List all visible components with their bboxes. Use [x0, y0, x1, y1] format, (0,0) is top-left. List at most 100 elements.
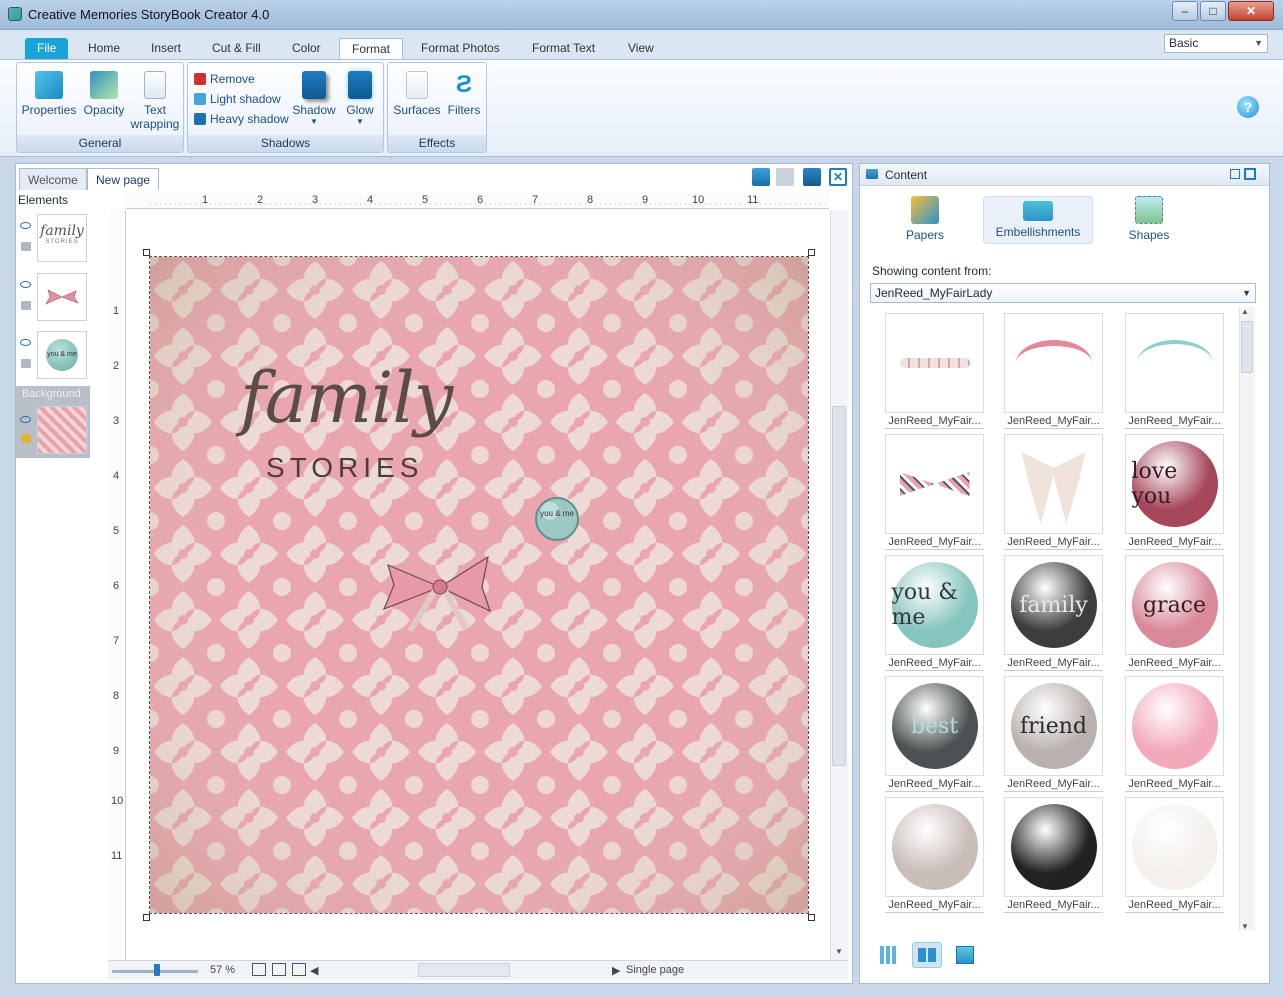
surfaces-button[interactable]: Surfaces	[392, 71, 442, 117]
embellishment-item[interactable]: friend JenReed_MyFair...	[1004, 676, 1103, 792]
tab-view[interactable]: View	[616, 38, 666, 60]
fit-width-icon[interactable]	[252, 963, 266, 976]
maximize-panel-icon[interactable]	[1244, 168, 1256, 180]
restore-panel-icon[interactable]	[1230, 169, 1240, 179]
ruler-h-label: 4	[367, 194, 374, 206]
embellishment-item[interactable]: JenReed_MyFair...	[885, 797, 984, 913]
canvas-vertical-scrollbar[interactable]: ▼	[830, 210, 848, 960]
properties-button[interactable]: Properties	[21, 71, 77, 117]
heavy-shadow-button[interactable]: Heavy shadow	[194, 112, 289, 126]
filters-button[interactable]: Ƨ Filters	[442, 71, 486, 117]
redo-icon[interactable]	[776, 168, 794, 186]
shadow-dropdown-button[interactable]: Shadow ▼	[292, 71, 336, 126]
embellishment-item[interactable]: JenReed_MyFair...	[1125, 797, 1224, 913]
eye-icon[interactable]	[20, 416, 31, 423]
button-embellishment	[891, 804, 978, 890]
you-me-button[interactable]	[535, 497, 579, 541]
glow-icon	[348, 71, 372, 99]
minimize-button[interactable]: –	[1172, 1, 1198, 21]
close-page-icon[interactable]: ✕	[829, 168, 847, 186]
remove-shadow-button[interactable]: Remove	[194, 72, 255, 86]
embellishment-item[interactable]: JenReed_MyFair...	[885, 434, 984, 550]
selection-handle[interactable]	[808, 914, 815, 921]
tab-color[interactable]: Color	[280, 38, 333, 60]
scrapbook-page[interactable]: family STORIES you & me	[149, 256, 809, 914]
page-title-family[interactable]: family	[240, 357, 453, 439]
eye-icon[interactable]	[20, 281, 31, 288]
element-row-bow[interactable]	[16, 271, 90, 325]
embellishment-item[interactable]: grace JenReed_MyFair...	[1125, 555, 1224, 671]
page-subtitle-stories[interactable]: STORIES	[266, 452, 423, 484]
embellishment-item[interactable]: best JenReed_MyFair...	[885, 676, 984, 792]
embellishment-item[interactable]: JenReed_MyFair...	[885, 313, 984, 429]
selection-handle[interactable]	[808, 249, 815, 256]
embellishment-item[interactable]: love you JenReed_MyFair...	[1125, 434, 1224, 550]
content-tab-shapes[interactable]: Shapes	[1094, 196, 1204, 242]
scroll-right-icon[interactable]: ▶	[612, 964, 620, 977]
eye-icon[interactable]	[20, 222, 31, 229]
embellishments-icon	[1023, 201, 1053, 221]
tab-format-text[interactable]: Format Text	[520, 38, 607, 60]
content-source-select[interactable]: JenReed_MyFairLady ▼	[870, 283, 1256, 303]
zoom-slider-thumb[interactable]	[154, 964, 160, 976]
scroll-up-icon[interactable]: ▲	[1241, 307, 1249, 316]
lock-icon[interactable]	[21, 301, 31, 310]
embellishment-item[interactable]: JenReed_MyFair...	[1125, 676, 1224, 792]
tab-cut-fill[interactable]: Cut & Fill	[200, 38, 273, 60]
selection-handle[interactable]	[143, 914, 150, 921]
embellishment-item[interactable]: JenReed_MyFair...	[1004, 797, 1103, 913]
scroll-down-icon[interactable]: ▼	[1241, 922, 1249, 931]
lock-icon[interactable]	[21, 434, 31, 443]
group-shadows-caption: Shadows	[188, 135, 383, 152]
opacity-button[interactable]: Opacity	[79, 71, 129, 117]
embellishment-item[interactable]: JenReed_MyFair...	[1125, 313, 1224, 429]
tab-insert[interactable]: Insert	[139, 38, 193, 60]
doc-tab-new-page[interactable]: New page	[87, 168, 160, 190]
embellishment-item[interactable]: JenReed_MyFair...	[1004, 434, 1103, 550]
element-row-button[interactable]: you & me	[16, 329, 90, 383]
mode-select[interactable]: Basic ▼	[1164, 34, 1268, 53]
element-row-title[interactable]: family STORIES	[16, 212, 90, 266]
large-view-icon[interactable]	[956, 946, 974, 964]
tab-format[interactable]: Format	[339, 38, 404, 60]
save-icon[interactable]	[803, 168, 821, 186]
scroll-thumb[interactable]	[832, 406, 846, 766]
embellishment-item[interactable]: JenReed_MyFair...	[1004, 313, 1103, 429]
tab-format-photos[interactable]: Format Photos	[409, 38, 512, 60]
help-icon[interactable]: ?	[1237, 96, 1259, 118]
doc-tab-welcome[interactable]: Welcome	[19, 168, 87, 190]
embellishment-thumbnail: you & me	[885, 555, 984, 655]
scroll-down-icon[interactable]: ▼	[835, 947, 843, 956]
tab-home[interactable]: Home	[76, 38, 132, 60]
embellishment-item[interactable]: family JenReed_MyFair...	[1004, 555, 1103, 671]
element-row-background[interactable]: Background	[16, 386, 90, 458]
text-wrapping-label-2: wrapping	[130, 117, 180, 131]
lock-icon[interactable]	[21, 242, 31, 251]
glow-dropdown-button[interactable]: Glow ▼	[338, 71, 382, 126]
fit-page-icon[interactable]	[272, 963, 286, 976]
horizontal-scroll-thumb[interactable]	[418, 963, 510, 977]
embellishment-item[interactable]: you & me JenReed_MyFair...	[885, 555, 984, 671]
selection-handle[interactable]	[143, 249, 150, 256]
embellishment-thumbnail: best	[885, 676, 984, 776]
lock-icon[interactable]	[21, 359, 31, 368]
actual-size-icon[interactable]	[292, 963, 306, 976]
text-wrapping-button[interactable]: Text wrapping	[127, 71, 183, 131]
small-grid-view-icon[interactable]	[880, 946, 898, 964]
tab-file[interactable]: File	[25, 38, 69, 60]
light-shadow-button[interactable]: Light shadow	[194, 92, 281, 106]
embellishment-thumbnail: grace	[1125, 555, 1224, 655]
content-tab-papers[interactable]: Papers	[870, 196, 980, 242]
scroll-left-icon[interactable]: ◀	[310, 964, 318, 977]
eye-icon[interactable]	[20, 339, 31, 346]
view-mode-label[interactable]: Single page	[626, 964, 684, 976]
ruler-v-label: 10	[111, 795, 124, 807]
maximize-button[interactable]: □	[1200, 1, 1226, 21]
close-button[interactable]: ✕	[1228, 1, 1274, 21]
medium-grid-view-button[interactable]	[912, 942, 942, 968]
undo-icon[interactable]	[752, 168, 770, 186]
content-tab-embellishments[interactable]: Embellishments	[983, 196, 1093, 244]
scroll-thumb[interactable]	[1241, 321, 1253, 373]
content-grid-scrollbar[interactable]: ▲ ▼	[1239, 307, 1255, 931]
embellishment-label: JenReed_MyFair...	[885, 413, 984, 429]
